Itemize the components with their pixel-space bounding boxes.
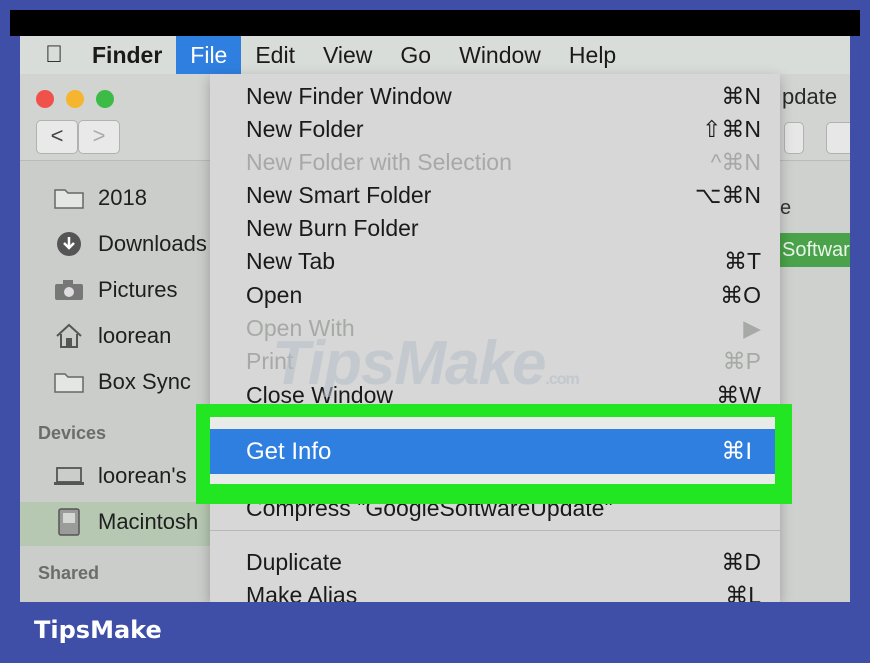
- menu-edit[interactable]: Edit: [241, 36, 309, 74]
- sidebar-item-macintosh[interactable]: Macintosh: [54, 505, 198, 539]
- disk-icon: [54, 508, 84, 536]
- frame-right: [860, 0, 870, 663]
- tag-button[interactable]: [826, 122, 850, 154]
- sidebar: 2018 Downloads Pictures loorean Box Sync…: [20, 161, 210, 602]
- sidebar-item-label: loorean's: [98, 463, 187, 488]
- menu-file[interactable]: File: [176, 36, 242, 74]
- sidebar-item-label: Box Sync: [98, 369, 191, 394]
- forward-button[interactable]: >: [78, 120, 120, 154]
- screen:  Finder File Edit View Go Window Help <…: [20, 36, 850, 602]
- menu-item-shortcut: ^⌘N: [710, 149, 761, 175]
- menu-item-label: Get Info: [246, 438, 332, 465]
- sidebar-item-box-sync[interactable]: Box Sync: [54, 365, 191, 399]
- folder-icon: [54, 186, 84, 210]
- devices-header: Devices: [38, 423, 107, 443]
- menu-item-shortcut: ⌘O: [720, 282, 761, 308]
- sidebar-item-pictures[interactable]: Pictures: [54, 273, 177, 307]
- menu-item-shortcut: ⌘N: [721, 83, 761, 109]
- menu-item-get-info[interactable]: Get Info ⌘I: [246, 429, 752, 474]
- menu-item-new-folder-with-selection: New Folder with Selection ^⌘N: [246, 146, 761, 179]
- menu-item-label: New Tab: [246, 248, 336, 274]
- menu-item-duplicate[interactable]: Duplicate ⌘D: [246, 546, 761, 579]
- menu-item-label: New Finder Window: [246, 83, 452, 109]
- window-title: pdate: [782, 84, 838, 109]
- menu-item-label: New Folder: [246, 116, 364, 142]
- menu-item-label: Duplicate: [246, 549, 342, 575]
- home-icon: [54, 323, 84, 348]
- frame-top-bar: [10, 10, 860, 36]
- minimize-button[interactable]: [66, 90, 84, 108]
- back-button[interactable]: <: [36, 120, 78, 154]
- menu-item-shortcut: ⌘T: [723, 248, 761, 274]
- menu-view[interactable]: View: [309, 36, 386, 74]
- frame-left: [0, 0, 10, 663]
- menu-item-shortcut: ⇧⌘N: [702, 116, 761, 142]
- menu-bar:  Finder File Edit View Go Window Help: [20, 36, 850, 74]
- zoom-button[interactable]: [96, 90, 114, 108]
- menu-go[interactable]: Go: [386, 36, 445, 74]
- menu-item-shortcut: ⌘P: [722, 348, 761, 374]
- menu-item-label: New Burn Folder: [246, 215, 419, 241]
- brand-logo: TipsMake: [34, 616, 162, 644]
- footer-bar: TipsMake: [10, 602, 860, 663]
- file-list-header: e: [780, 197, 792, 219]
- camera-icon: [54, 278, 84, 302]
- watermark-text: TipsMake: [272, 329, 546, 398]
- menu-item-label: New Smart Folder: [246, 182, 432, 208]
- sidebar-item-home[interactable]: loorean: [54, 319, 171, 353]
- menu-item-new-smart-folder[interactable]: New Smart Folder ⌥⌘N: [246, 179, 761, 212]
- laptop-icon: [54, 464, 84, 488]
- shared-header: Shared: [38, 563, 100, 583]
- menu-help[interactable]: Help: [555, 36, 630, 74]
- sidebar-item-label: 2018: [98, 185, 147, 210]
- menu-window[interactable]: Window: [445, 36, 555, 74]
- menu-item-shortcut: ⌥⌘N: [694, 182, 761, 208]
- menu-item-new-finder-window[interactable]: New Finder Window ⌘N: [246, 80, 761, 113]
- sidebar-item-label: Macintosh: [98, 509, 199, 534]
- menu-item-label: Make Alias: [246, 582, 358, 602]
- menu-item-shortcut: ⌘L: [725, 582, 761, 602]
- menu-item-label: Open: [246, 282, 303, 308]
- watermark: TipsMake.com: [272, 328, 580, 399]
- menu-separator: [210, 530, 780, 531]
- menu-strip-bottom: [210, 474, 775, 484]
- menu-item-new-burn-folder[interactable]: New Burn Folder: [246, 212, 761, 245]
- menu-item-label: New Folder with Selection: [246, 149, 512, 175]
- folder-icon: [54, 370, 84, 394]
- watermark-suffix: .com: [545, 371, 579, 388]
- sidebar-item-label: loorean: [98, 323, 172, 348]
- apple-icon[interactable]: : [20, 41, 88, 69]
- menu-item-shortcut: ⌘D: [721, 549, 761, 575]
- menu-item-make-alias[interactable]: Make Alias ⌘L: [246, 579, 761, 602]
- download-icon: [54, 232, 84, 256]
- toolbar-button[interactable]: [784, 122, 804, 154]
- menu-finder[interactable]: Finder: [88, 36, 176, 74]
- menu-item-new-tab[interactable]: New Tab ⌘T: [246, 245, 761, 278]
- sidebar-item-label: Pictures: [98, 277, 178, 302]
- menu-item-open[interactable]: Open ⌘O: [246, 279, 761, 312]
- menu-item-shortcut: ⌘I: [721, 438, 752, 465]
- sidebar-item-downloads[interactable]: Downloads: [54, 227, 207, 261]
- submenu-arrow-icon: ▶: [743, 315, 761, 341]
- file-list-pane: e Software: [780, 161, 850, 602]
- sidebar-item-2018[interactable]: 2018: [54, 181, 147, 215]
- menu-item-new-folder[interactable]: New Folder ⇧⌘N: [246, 113, 761, 146]
- close-button[interactable]: [36, 90, 54, 108]
- menu-strip-top: [210, 417, 775, 429]
- sidebar-item-label: Downloads: [98, 231, 207, 256]
- sidebar-item-laptop[interactable]: loorean's: [54, 459, 187, 493]
- selected-file-row[interactable]: Software: [780, 233, 850, 267]
